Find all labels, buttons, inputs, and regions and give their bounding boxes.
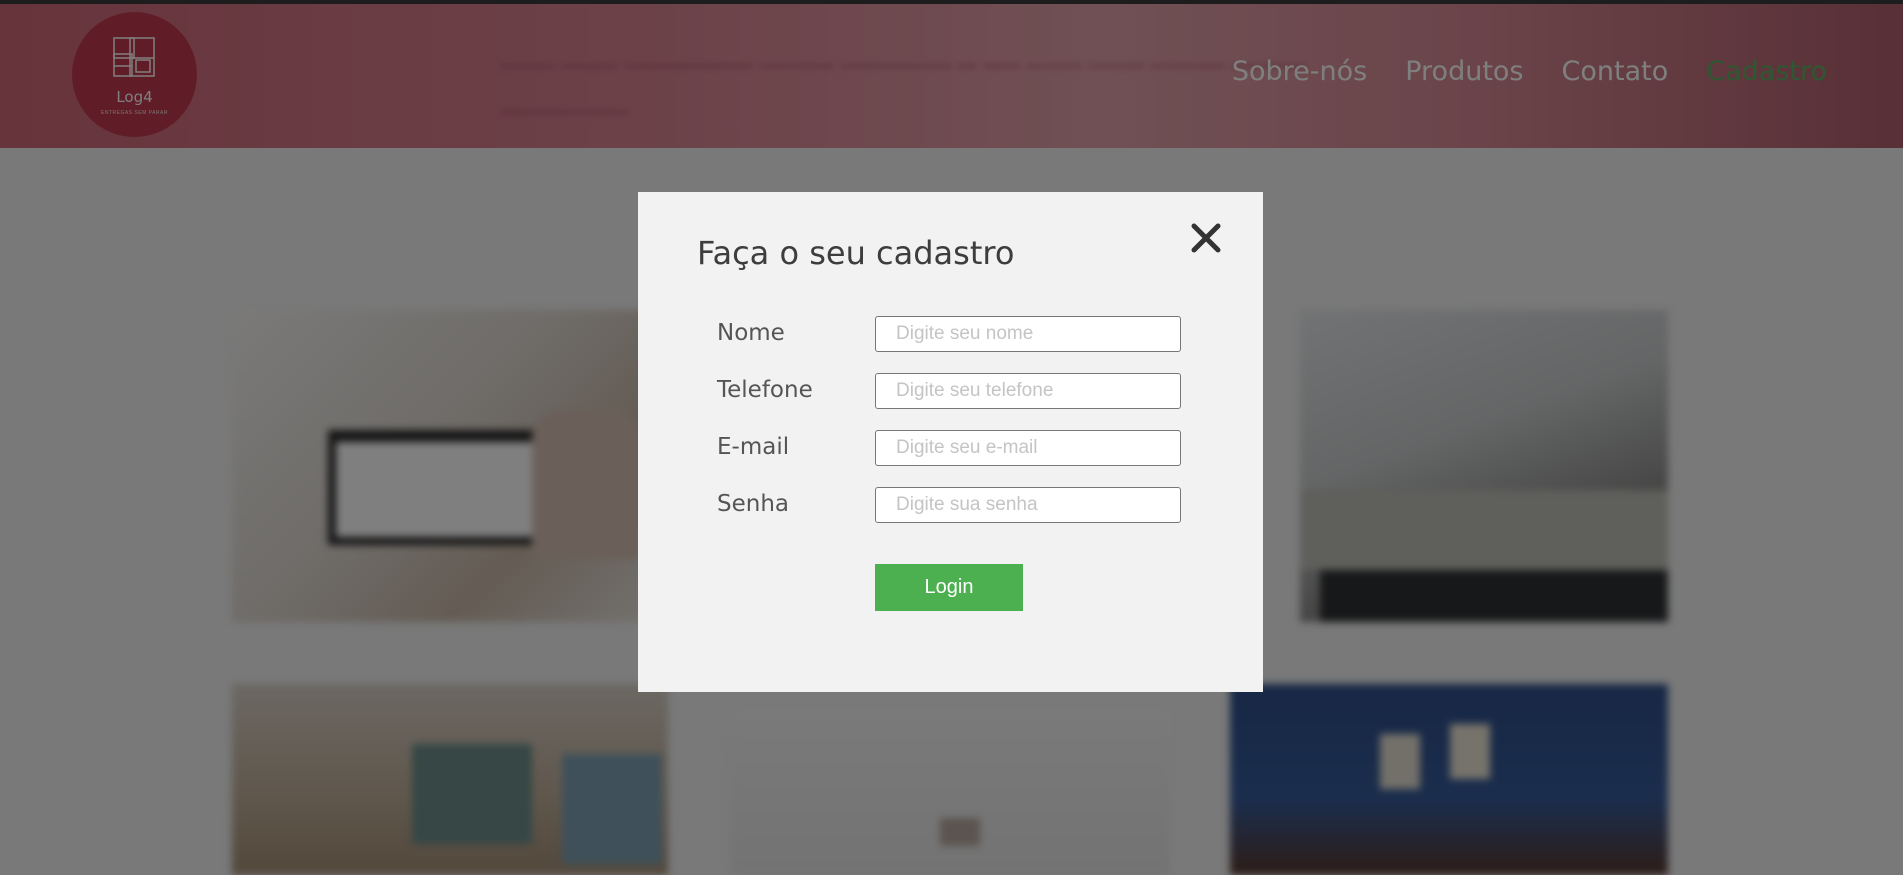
phone-field[interactable] (875, 373, 1181, 409)
password-label: Senha (717, 491, 789, 517)
email-field[interactable] (875, 430, 1181, 466)
name-label: Nome (717, 320, 785, 346)
modal-title: Faça o seu cadastro (697, 234, 1015, 272)
signup-modal: Faça o seu cadastro Nome Telefone E-mail… (638, 192, 1263, 692)
close-icon[interactable] (1188, 220, 1224, 256)
phone-label: Telefone (717, 377, 813, 403)
email-label: E-mail (717, 434, 790, 460)
password-field[interactable] (875, 487, 1181, 523)
login-button[interactable]: Login (875, 564, 1023, 611)
name-field[interactable] (875, 316, 1181, 352)
